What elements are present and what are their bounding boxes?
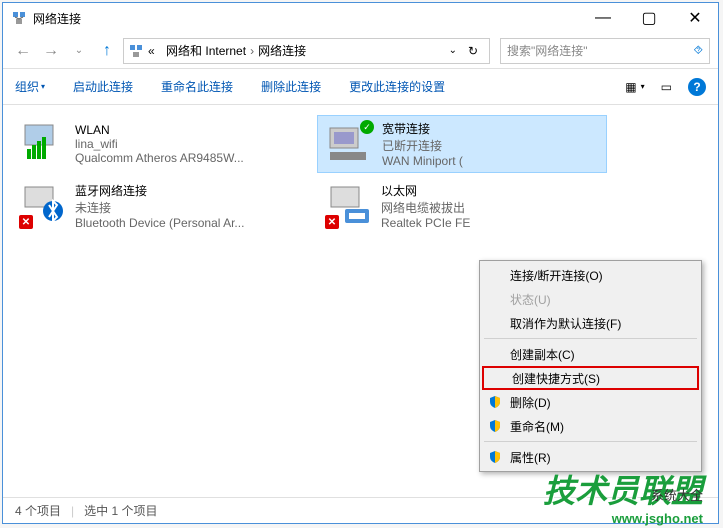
connection-status: lina_wifi <box>75 137 244 151</box>
delete-connection-button[interactable]: 删除此连接 <box>261 78 321 95</box>
wifi-icon <box>19 119 67 167</box>
connection-name: 以太网 <box>381 182 470 199</box>
maximize-button[interactable]: ▢ <box>626 3 672 33</box>
shield-icon <box>488 450 502 464</box>
ctx-create-copy[interactable]: 创建副本(C) <box>482 342 699 366</box>
context-menu: 连接/断开连接(O) 状态(U) 取消作为默认连接(F) 创建副本(C) 创建快… <box>479 260 702 472</box>
breadcrumb-dropdown[interactable]: ⌄ <box>449 45 457 56</box>
shield-icon <box>488 419 502 433</box>
connection-name: 宽带连接 <box>382 120 463 137</box>
shield-icon <box>488 395 502 409</box>
content-area[interactable]: WLAN lina_wifi Qualcomm Atheros AR9485W.… <box>3 105 718 497</box>
watermark-url: www.jsgho.net <box>612 511 703 526</box>
breadcrumb-chevrons[interactable]: « <box>148 44 155 58</box>
forward-button[interactable]: → <box>39 39 63 63</box>
connection-name: WLAN <box>75 123 244 137</box>
up-button[interactable]: ↑ <box>95 39 119 63</box>
chevron-down-icon: ▾ <box>41 82 45 91</box>
broadband-icon: ✓ <box>326 120 374 168</box>
disabled-badge-icon: ✕ <box>19 215 33 229</box>
breadcrumb-parent[interactable]: 网络和 Internet <box>166 42 246 59</box>
back-button[interactable]: ← <box>11 39 35 63</box>
organize-menu[interactable]: 组织 ▾ <box>15 78 45 95</box>
ctx-separator <box>484 338 697 339</box>
selected-count: 选中 1 个项目 <box>84 502 157 519</box>
watermark-sub: 系统大全 <box>651 485 703 504</box>
navigation-bar: ← → ⌄ ↑ « 网络和 Internet › 网络连接 ⌄ ↻ 搜索"网络连… <box>3 33 718 69</box>
ethernet-icon: ✕ <box>325 181 373 229</box>
connection-device: Qualcomm Atheros AR9485W... <box>75 151 244 165</box>
connection-wlan[interactable]: WLAN lina_wifi Qualcomm Atheros AR9485W.… <box>11 115 301 173</box>
breadcrumb[interactable]: « 网络和 Internet › 网络连接 ⌄ ↻ <box>123 38 490 64</box>
window-title: 网络连接 <box>33 10 580 27</box>
connection-device: Realtek PCIe FE <box>381 216 470 230</box>
connection-status: 已断开连接 <box>382 137 463 154</box>
connection-bluetooth[interactable]: ✕ 蓝牙网络连接 未连接 Bluetooth Device (Personal … <box>11 177 301 235</box>
connection-name: 蓝牙网络连接 <box>75 182 244 199</box>
network-connections-icon <box>11 10 27 26</box>
search-icon[interactable]: ⯑ <box>694 43 703 58</box>
disabled-badge-icon: ✕ <box>325 215 339 229</box>
item-count: 4 个项目 <box>15 502 61 519</box>
ctx-cancel-default[interactable]: 取消作为默认连接(F) <box>482 311 699 335</box>
close-button[interactable]: ✕ <box>672 3 718 33</box>
change-settings-button[interactable]: 更改此连接的设置 <box>349 78 445 95</box>
recent-dropdown[interactable]: ⌄ <box>67 39 91 63</box>
window-controls: — ▢ ✕ <box>580 3 718 33</box>
minimize-button[interactable]: — <box>580 3 626 33</box>
ctx-delete[interactable]: 删除(D) <box>482 390 699 414</box>
explorer-window[interactable]: 网络连接 — ▢ ✕ ← → ⌄ ↑ « 网络和 Internet › 网络连接… <box>2 2 719 524</box>
breadcrumb-current[interactable]: 网络连接 <box>258 42 306 59</box>
bluetooth-icon: ✕ <box>19 181 67 229</box>
ctx-connect-disconnect[interactable]: 连接/断开连接(O) <box>482 263 699 287</box>
connection-status: 未连接 <box>75 199 244 216</box>
rename-connection-button[interactable]: 重命名此连接 <box>161 78 233 95</box>
start-connection-button[interactable]: 启动此连接 <box>73 78 133 95</box>
breadcrumb-icon <box>128 43 144 59</box>
connection-device: WAN Miniport ( <box>382 154 463 168</box>
breadcrumb-sep <box>159 44 162 58</box>
toolbar: 组织 ▾ 启动此连接 重命名此连接 删除此连接 更改此连接的设置 ▦ ▾ ▭ ? <box>3 69 718 105</box>
connection-broadband[interactable]: ✓ 宽带连接 已断开连接 WAN Miniport ( <box>317 115 607 173</box>
check-badge-icon: ✓ <box>360 120 374 134</box>
search-input[interactable]: 搜索"网络连接" ⯑ <box>500 38 710 64</box>
search-placeholder: 搜索"网络连接" <box>507 42 694 59</box>
ctx-status: 状态(U) <box>482 287 699 311</box>
view-menu[interactable]: ▦ ▾ <box>625 80 644 94</box>
connection-status: 网络电缆被拔出 <box>381 199 470 216</box>
chevron-down-icon: ▾ <box>641 82 645 91</box>
ctx-rename[interactable]: 重命名(M) <box>482 414 699 438</box>
connection-device: Bluetooth Device (Personal Ar... <box>75 216 244 230</box>
view-icon: ▦ <box>625 80 636 94</box>
breadcrumb-sep: › <box>250 44 254 58</box>
titlebar: 网络连接 — ▢ ✕ <box>3 3 718 33</box>
connection-ethernet[interactable]: ✕ 以太网 网络电缆被拔出 Realtek PCIe FE <box>317 177 607 235</box>
preview-pane-button[interactable]: ▭ <box>661 80 672 94</box>
refresh-button[interactable]: ↻ <box>461 39 485 63</box>
ctx-separator <box>484 441 697 442</box>
help-button[interactable]: ? <box>688 78 706 96</box>
ctx-create-shortcut[interactable]: 创建快捷方式(S) <box>482 366 699 390</box>
